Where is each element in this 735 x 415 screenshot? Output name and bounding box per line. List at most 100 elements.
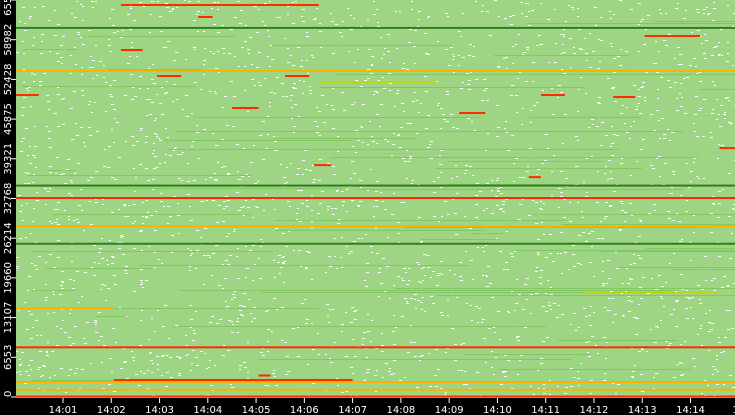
empty-cell [563, 29, 565, 30]
empty-cell [243, 215, 245, 216]
empty-cell [167, 137, 169, 138]
empty-cell [535, 271, 538, 272]
empty-cell [634, 365, 636, 366]
empty-cell [528, 215, 531, 216]
empty-cell [83, 142, 85, 143]
empty-cell [558, 85, 561, 86]
empty-cell [106, 260, 108, 261]
empty-cell [311, 279, 313, 280]
empty-cell [302, 21, 305, 22]
empty-cell [518, 219, 521, 220]
empty-cell [593, 276, 595, 277]
empty-cell [222, 264, 224, 265]
empty-cell [190, 327, 192, 328]
empty-cell [207, 255, 210, 256]
empty-cell [367, 144, 369, 145]
empty-cell [65, 392, 67, 393]
empty-cell [76, 1, 78, 2]
empty-cell [258, 9, 260, 10]
empty-cell [327, 315, 329, 316]
empty-cell [54, 113, 57, 114]
empty-cell [726, 61, 729, 62]
empty-cell [40, 376, 42, 377]
empty-cell [54, 267, 56, 268]
activity-row [654, 21, 735, 22]
empty-cell [408, 268, 410, 269]
empty-cell [471, 320, 473, 321]
empty-cell [615, 252, 617, 253]
empty-cell [208, 367, 210, 368]
empty-cell [550, 309, 552, 310]
empty-cell [178, 233, 180, 234]
empty-cell [636, 318, 639, 319]
empty-cell [702, 136, 705, 137]
empty-cell [718, 203, 721, 204]
empty-cell [612, 298, 614, 299]
empty-cell [345, 356, 348, 357]
empty-cell [705, 40, 708, 41]
empty-cell [348, 51, 350, 52]
empty-cell [676, 98, 678, 99]
empty-cell [375, 228, 377, 229]
empty-cell [714, 85, 716, 86]
empty-cell [508, 360, 510, 361]
empty-cell [268, 36, 270, 37]
empty-cell [680, 344, 682, 345]
empty-cell [609, 206, 612, 207]
empty-cell [105, 111, 107, 112]
empty-cell [109, 358, 112, 359]
empty-cell [475, 217, 478, 218]
empty-cell [316, 126, 319, 127]
empty-cell [440, 312, 443, 313]
empty-cell [543, 203, 545, 204]
empty-cell [32, 45, 34, 46]
empty-cell [610, 171, 612, 172]
empty-cell [43, 73, 46, 74]
empty-cell [33, 37, 35, 38]
empty-cell [230, 29, 233, 30]
empty-cell [709, 310, 711, 311]
empty-cell [26, 88, 28, 89]
empty-cell [350, 251, 353, 252]
empty-cell [182, 152, 184, 153]
empty-cell [486, 276, 488, 277]
empty-cell [482, 247, 484, 248]
empty-cell [660, 77, 663, 78]
empty-cell [34, 265, 37, 266]
empty-cell [388, 371, 391, 372]
empty-cell [719, 126, 722, 127]
empty-cell [287, 6, 289, 7]
empty-cell [154, 331, 156, 332]
empty-cell [529, 148, 532, 149]
empty-cell [633, 263, 636, 264]
empty-cell [292, 2, 294, 3]
empty-cell [252, 199, 255, 200]
empty-cell [558, 207, 560, 208]
empty-cell [575, 166, 578, 167]
empty-cell [475, 79, 478, 80]
empty-cell [370, 341, 372, 342]
empty-cell [49, 166, 52, 167]
empty-cell [579, 48, 581, 49]
empty-cell [479, 191, 482, 192]
empty-cell [57, 87, 59, 88]
empty-cell [213, 24, 216, 25]
empty-cell [406, 284, 409, 285]
empty-cell [610, 291, 613, 292]
empty-cell [506, 231, 508, 232]
empty-cell [477, 247, 479, 248]
empty-cell [541, 222, 543, 223]
empty-cell [437, 369, 440, 370]
empty-cell [222, 139, 224, 140]
empty-cell [45, 284, 47, 285]
empty-cell [54, 375, 56, 376]
empty-cell [610, 18, 612, 19]
traffic-segment [16, 395, 735, 398]
empty-cell [110, 96, 113, 97]
empty-cell [485, 275, 487, 276]
empty-cell [617, 56, 620, 57]
empty-cell [380, 37, 382, 38]
empty-cell [581, 211, 583, 212]
empty-cell [724, 112, 726, 113]
empty-cell [334, 238, 336, 239]
